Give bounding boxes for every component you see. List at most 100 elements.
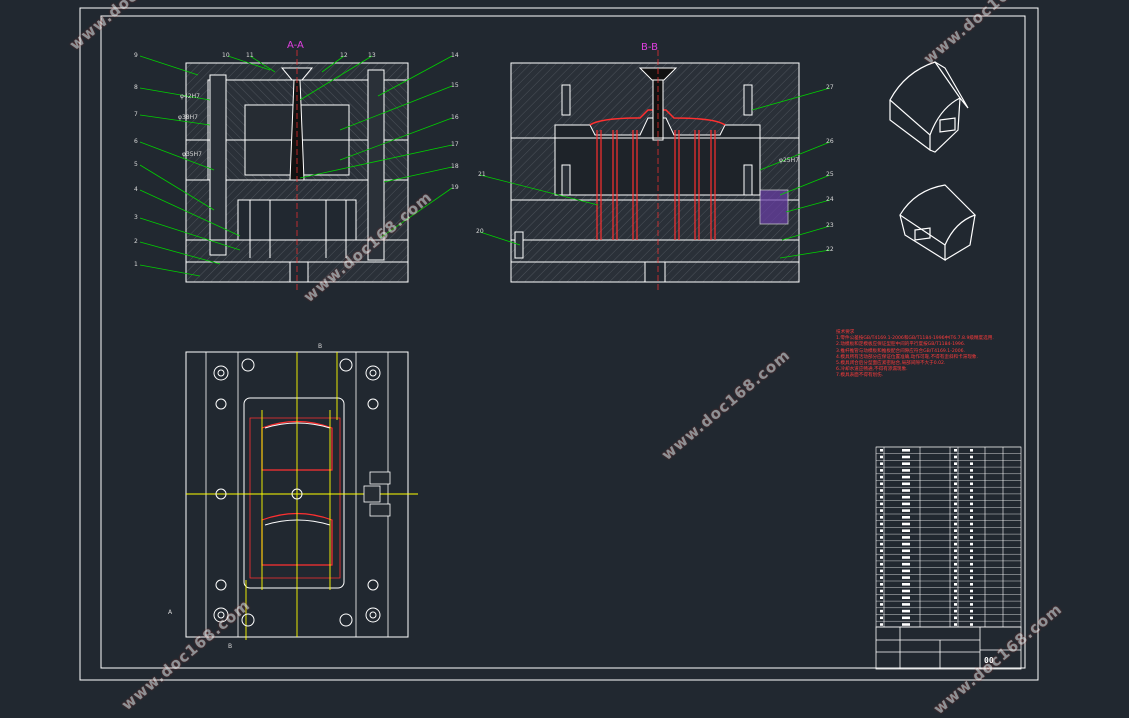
svg-text:6: 6 bbox=[134, 138, 138, 145]
parts-list-cell-mark bbox=[954, 469, 957, 472]
parts-list-cell-mark bbox=[954, 529, 957, 532]
svg-text:27: 27 bbox=[826, 84, 834, 91]
parts-list-cell-mark bbox=[970, 482, 973, 486]
parts-list-cell-mark bbox=[902, 542, 910, 546]
parts-list-cell-mark bbox=[970, 569, 973, 573]
marker-a: A bbox=[168, 609, 173, 616]
parts-list-cell-mark bbox=[954, 596, 957, 599]
parts-list-cell-mark bbox=[880, 536, 883, 539]
parts-list-cell-mark bbox=[970, 449, 973, 452]
parts-list-cell-mark bbox=[880, 583, 883, 586]
parts-list-cell-mark bbox=[954, 536, 957, 539]
svg-text:19: 19 bbox=[451, 184, 459, 191]
parts-list-cell-mark bbox=[880, 502, 883, 506]
parts-list-cell-mark bbox=[970, 609, 973, 613]
svg-text:18: 18 bbox=[451, 163, 459, 170]
parts-list-cell-mark bbox=[902, 502, 910, 506]
parts-list-cell-mark bbox=[954, 603, 957, 606]
parts-list-cell-mark bbox=[970, 562, 973, 566]
parts-list-cell-mark bbox=[954, 576, 957, 579]
parts-list-cell-mark bbox=[954, 489, 957, 492]
parts-list-cell-mark bbox=[880, 522, 883, 526]
parts-list-cell-mark bbox=[880, 469, 883, 472]
parts-list-cell-mark bbox=[880, 609, 883, 613]
parts-list-cell-mark bbox=[954, 549, 957, 553]
parts-list-cell-mark bbox=[902, 596, 910, 599]
svg-text:16: 16 bbox=[451, 114, 459, 121]
parts-list-cell-mark bbox=[902, 549, 910, 553]
parts-list-cell-mark bbox=[902, 576, 910, 579]
section-b-title: B-B bbox=[641, 42, 658, 53]
parts-list-cell-mark bbox=[880, 455, 883, 459]
svg-text:1: 1 bbox=[134, 261, 138, 268]
svg-text:22: 22 bbox=[826, 246, 834, 253]
svg-text:23: 23 bbox=[826, 222, 834, 229]
aa-part-numbers-left: 9 8 7 6 5 4 3 2 1 bbox=[134, 52, 138, 268]
parts-list-cell-mark bbox=[880, 556, 883, 559]
svg-text:3: 3 bbox=[134, 214, 138, 221]
parts-list-cell-mark bbox=[902, 569, 910, 573]
parts-list-cell-mark bbox=[902, 449, 910, 452]
parts-list-cell-mark bbox=[880, 509, 883, 512]
parts-list-cell-mark bbox=[902, 469, 910, 472]
parts-list-cell-mark bbox=[880, 482, 883, 486]
svg-text:7: 7 bbox=[134, 111, 138, 118]
parts-list-cell-mark bbox=[880, 449, 883, 452]
parts-list-cell-mark bbox=[954, 562, 957, 566]
parts-list-cell-mark bbox=[970, 603, 973, 606]
parts-list-cell-mark bbox=[880, 495, 883, 499]
svg-text:φ42H7: φ42H7 bbox=[180, 93, 200, 100]
parts-list-cell-mark bbox=[902, 489, 910, 492]
parts-list-cell-mark bbox=[902, 583, 910, 586]
svg-text:10: 10 bbox=[222, 52, 230, 59]
parts-list-cell-mark bbox=[880, 516, 883, 519]
parts-list-cell-mark bbox=[880, 603, 883, 606]
technical-notes: 技术要求 1.零件公差按GB/T4169.1-2006和GB/T1184-199… bbox=[836, 330, 1026, 380]
svg-text:φ38H7: φ38H7 bbox=[178, 114, 198, 121]
svg-text:15: 15 bbox=[451, 82, 459, 89]
parts-list-cell-mark bbox=[902, 522, 910, 526]
parts-list-cell-mark bbox=[954, 609, 957, 613]
parts-list-cell-mark bbox=[902, 495, 910, 499]
parts-list-cell-mark bbox=[902, 616, 910, 620]
parts-list-table bbox=[875, 446, 1022, 628]
part-3d-view-bottom bbox=[899, 184, 977, 262]
parts-list-cell-mark bbox=[954, 449, 957, 452]
parts-list-rows bbox=[876, 446, 1021, 626]
parts-list-cell-mark bbox=[880, 616, 883, 620]
svg-text:26: 26 bbox=[826, 138, 834, 145]
parts-list-cell-mark bbox=[970, 596, 973, 599]
svg-text:φ35H7: φ35H7 bbox=[182, 151, 202, 158]
parts-list-cell-mark bbox=[880, 569, 883, 573]
parts-list-cell-mark bbox=[902, 589, 910, 593]
parts-list-cell-mark bbox=[954, 542, 957, 546]
parts-list-cell-mark bbox=[880, 529, 883, 532]
svg-text:φ25H7: φ25H7 bbox=[779, 157, 799, 164]
part-3d-view-top bbox=[889, 61, 969, 153]
parts-list-cell-mark bbox=[954, 482, 957, 486]
parts-list-cell-mark bbox=[954, 556, 957, 559]
plan-view: B B A bbox=[168, 343, 418, 650]
parts-list-cell-mark bbox=[970, 509, 973, 512]
svg-text:11: 11 bbox=[246, 52, 254, 59]
parts-list-cell-mark bbox=[970, 536, 973, 539]
parts-list-cell-mark bbox=[970, 583, 973, 586]
parts-list-cell-mark bbox=[954, 502, 957, 506]
parts-list-cell-mark bbox=[880, 475, 883, 479]
parts-list-cell-mark bbox=[970, 455, 973, 459]
parts-list-cell-mark bbox=[954, 522, 957, 526]
parts-list-cell-mark bbox=[954, 623, 957, 626]
parts-list-cell-mark bbox=[954, 583, 957, 586]
parts-list-cell-mark bbox=[880, 542, 883, 546]
svg-text:8: 8 bbox=[134, 84, 138, 91]
parts-list-cell-mark bbox=[902, 609, 910, 613]
parts-list-cell-mark bbox=[954, 455, 957, 459]
parts-list-cell-mark bbox=[902, 475, 910, 479]
svg-text:12: 12 bbox=[340, 52, 348, 59]
parts-list-cell-mark bbox=[970, 469, 973, 472]
parts-list-cell-mark bbox=[970, 542, 973, 546]
parts-list-cell-mark bbox=[880, 549, 883, 553]
parts-list-cell-mark bbox=[970, 516, 973, 519]
parts-list-cell-mark bbox=[902, 455, 910, 459]
parts-list-cell-mark bbox=[970, 462, 973, 465]
